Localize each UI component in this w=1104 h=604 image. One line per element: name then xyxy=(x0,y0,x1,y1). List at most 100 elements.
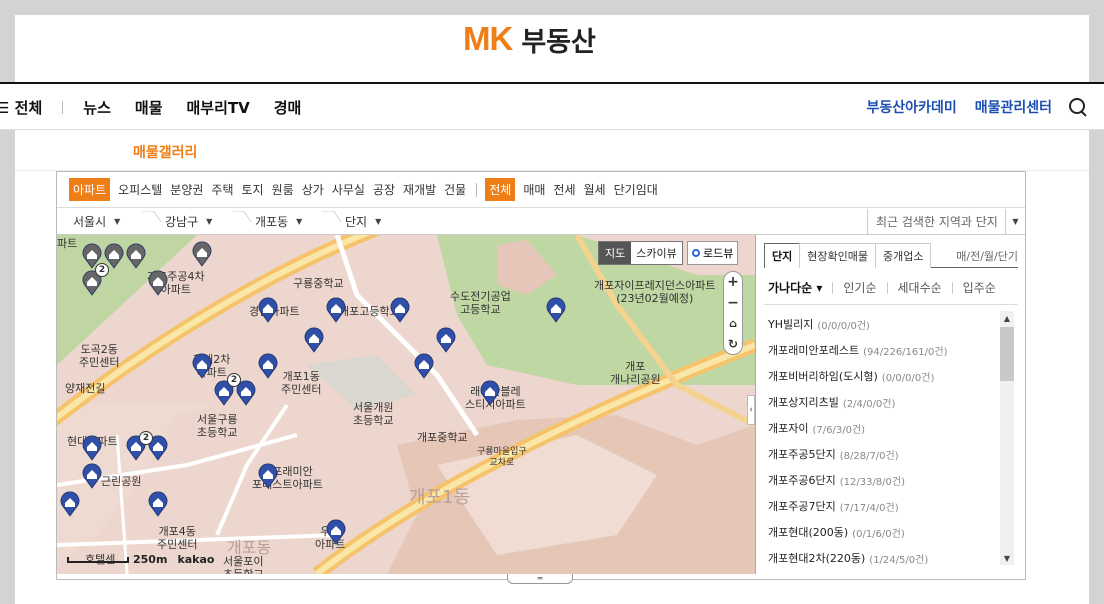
list-item[interactable]: 개포비버리하임(도시형) (0/0/0/0건) xyxy=(768,363,1003,389)
property-marker-icon[interactable] xyxy=(325,519,347,545)
tab-factory[interactable]: 공장 xyxy=(373,181,395,198)
map-type-map[interactable]: 지도 xyxy=(599,242,632,264)
reset-icon[interactable]: ↻ xyxy=(728,334,738,355)
tab-deal-short[interactable]: 단기임대 xyxy=(614,181,658,198)
property-marker-icon[interactable] xyxy=(389,297,411,323)
property-marker-icon[interactable] xyxy=(147,491,169,517)
tab-complex[interactable]: 단지 xyxy=(764,243,801,268)
map-type-skyview[interactable]: 스카이뷰 xyxy=(631,242,681,264)
search-icon[interactable] xyxy=(1068,97,1088,117)
property-marker-icon[interactable] xyxy=(191,241,213,267)
list-item[interactable]: 개포주공7단지 (7/17/4/0건) xyxy=(768,493,1003,519)
complex-count: (0/0/0/0건) xyxy=(817,320,870,332)
list-item[interactable]: 개포현대(200동) (0/1/6/0건) xyxy=(768,519,1003,545)
nav-divider xyxy=(62,100,64,114)
complex-count: (1/24/5/0건) xyxy=(869,554,929,566)
sort-households[interactable]: 세대수순 xyxy=(898,279,942,296)
cluster-count-badge[interactable]: 2 xyxy=(227,373,241,387)
list-item[interactable]: 개포래미안포레스트 (94/226/161/0건) xyxy=(768,337,1003,363)
tab-presale[interactable]: 분양권 xyxy=(170,181,203,198)
list-scrollbar[interactable]: ▲ ▼ xyxy=(1000,311,1014,565)
sort-movein[interactable]: 입주순 xyxy=(963,279,996,296)
collapse-panel-handle[interactable]: ‹ xyxy=(747,395,755,425)
recent-search-dropdown[interactable]: 최근 검색한 지역과 단지 ▼ xyxy=(867,209,1025,234)
property-marker-icon[interactable] xyxy=(147,270,169,296)
tab-officetel[interactable]: 오피스텔 xyxy=(118,181,162,198)
property-marker-icon[interactable] xyxy=(435,327,457,353)
property-marker-icon[interactable] xyxy=(257,463,279,489)
complex-count: (0/1/6/0건) xyxy=(852,528,905,540)
property-marker-icon[interactable] xyxy=(191,353,213,379)
tab-land[interactable]: 토지 xyxy=(242,181,264,198)
breadcrumb-dong[interactable]: 개포동 ▼ xyxy=(255,209,302,234)
complex-name: 개포주공5단지 xyxy=(768,448,836,461)
mk-logo[interactable]: MK 부동산 xyxy=(463,20,596,58)
property-marker-icon[interactable] xyxy=(81,463,103,489)
roadview-icon xyxy=(692,249,700,257)
tab-verified-listings[interactable]: 현장확인매물 xyxy=(799,243,876,268)
zoom-in-button[interactable]: + xyxy=(727,272,739,293)
logo-text: 부동산 xyxy=(521,26,596,58)
recent-search-label: 최근 검색한 지역과 단지 xyxy=(876,215,998,229)
list-item[interactable]: YH빌리지 (0/0/0/0건) xyxy=(768,311,1003,337)
tab-oneroom[interactable]: 원룸 xyxy=(272,181,294,198)
complex-name: YH빌리지 xyxy=(768,318,814,331)
chevron-down-icon[interactable]: ▼ xyxy=(1005,209,1025,234)
mouse-icon[interactable]: ⌂ xyxy=(729,313,737,334)
property-marker-icon[interactable] xyxy=(413,353,435,379)
subnav-gallery[interactable]: 매물갤러리 xyxy=(133,142,197,162)
tab-deal-jeonse[interactable]: 전세 xyxy=(553,181,575,198)
list-item[interactable]: 개포자이 (7/6/3/0건) xyxy=(768,415,1003,441)
property-marker-icon[interactable] xyxy=(257,297,279,323)
property-marker-icon[interactable] xyxy=(59,491,81,517)
breadcrumb-dong-label: 개포동 xyxy=(255,215,289,229)
property-marker-icon[interactable] xyxy=(81,435,103,461)
list-item[interactable]: 개포현대2차(220동) (1/24/5/0건) xyxy=(768,545,1003,571)
cluster-count-badge[interactable]: 2 xyxy=(95,263,109,277)
list-item[interactable]: 개포주공6단지 (12/33/8/0건) xyxy=(768,467,1003,493)
map-canvas[interactable]: 구룡중학교 수도전기공업 고등학교 개포자이프레지던스아파트 (23년02월예정… xyxy=(57,235,755,574)
zoom-out-button[interactable]: − xyxy=(727,293,739,314)
list-item[interactable]: 개포상지리츠빌 (2/4/0/0건) xyxy=(768,389,1003,415)
tab-building[interactable]: 건물 xyxy=(444,181,466,198)
map-label: 개포1동 xyxy=(409,487,471,508)
property-marker-icon[interactable] xyxy=(257,353,279,379)
all-menu-button[interactable]: ☰ 전체 xyxy=(0,97,42,118)
property-marker-icon[interactable] xyxy=(325,297,347,323)
tab-office[interactable]: 사무실 xyxy=(332,181,365,198)
scroll-thumb[interactable] xyxy=(1000,327,1014,381)
nav-auction[interactable]: 경매 xyxy=(274,97,302,118)
property-marker-icon[interactable] xyxy=(303,327,325,353)
nav-news[interactable]: 뉴스 xyxy=(83,97,111,118)
tab-apartment[interactable]: 아파트 xyxy=(69,178,111,201)
tab-deal-all[interactable]: 전체 xyxy=(485,178,516,201)
sort-alpha[interactable]: 가나다순 ▾ xyxy=(768,279,822,296)
nav-maeburi-tv[interactable]: 매부리TV xyxy=(187,97,250,118)
tab-deal-sale[interactable]: 매매 xyxy=(523,181,545,198)
scroll-up-icon[interactable]: ▲ xyxy=(1000,311,1014,325)
cluster-count-badge[interactable]: 2 xyxy=(139,431,153,445)
roadview-button[interactable]: 로드뷰 xyxy=(687,241,739,265)
nav-listings[interactable]: 매물 xyxy=(135,97,163,118)
zoom-control: + − ⌂ ↻ xyxy=(723,271,743,355)
property-marker-icon[interactable] xyxy=(545,297,567,323)
tab-house[interactable]: 주택 xyxy=(211,181,233,198)
nav-listing-center[interactable]: 매물관리센터 xyxy=(975,97,1052,117)
tab-store[interactable]: 상가 xyxy=(302,181,324,198)
tab-redevelopment[interactable]: 재개발 xyxy=(403,181,436,198)
breadcrumb-city[interactable]: 서울시 ▼ xyxy=(73,209,120,234)
breadcrumb-complex[interactable]: 단지 ▼ xyxy=(345,209,381,234)
tab-agencies[interactable]: 중개업소 xyxy=(874,243,932,268)
nav-academy[interactable]: 부동산아카데미 xyxy=(867,97,957,117)
expand-map-handle[interactable]: ═ xyxy=(507,574,573,584)
sort-popular[interactable]: 인기순 xyxy=(843,279,876,296)
complex-name: 개포주공7단지 xyxy=(768,500,836,513)
scroll-down-icon[interactable]: ▼ xyxy=(1000,551,1014,565)
property-marker-icon[interactable] xyxy=(479,380,501,406)
map-label: 서울개원 초등학교 xyxy=(353,401,394,427)
list-item[interactable]: 개포주공5단지 (8/28/7/0건) xyxy=(768,441,1003,467)
breadcrumb-district[interactable]: 강남구 ▼ xyxy=(165,209,212,234)
tab-deal-monthly[interactable]: 월세 xyxy=(584,181,606,198)
property-marker-icon[interactable] xyxy=(125,243,147,269)
map-label: 구룡중학교 xyxy=(293,277,344,290)
